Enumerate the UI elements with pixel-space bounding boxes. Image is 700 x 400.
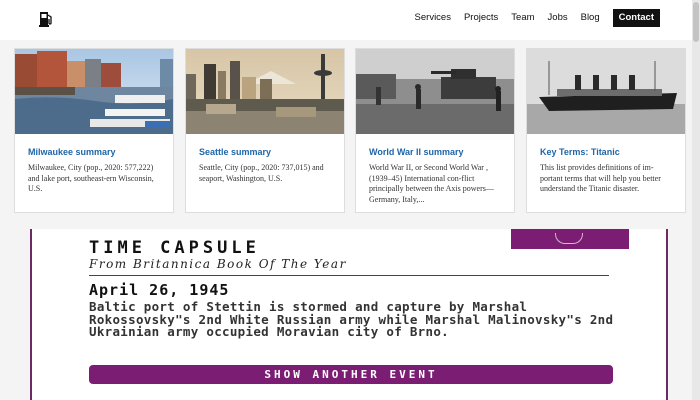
fuel-pump-icon[interactable] — [39, 9, 53, 27]
time-capsule-widget: TIME CAPSULE From Britannica Book Of The… — [30, 229, 668, 400]
nav-team[interactable]: Team — [511, 9, 534, 27]
article-card-milwaukee[interactable]: Milwaukee summary Milwaukee, City (pop.,… — [14, 48, 174, 213]
nav-blog[interactable]: Blog — [581, 9, 600, 27]
capsule-date: April 26, 1945 — [89, 281, 230, 299]
card-description: Milwaukee, City (pop., 2020: 577,222) an… — [28, 163, 154, 193]
card-description: Seattle, City (pop., 2020: 737,015) and … — [199, 163, 324, 183]
capsule-divider — [89, 275, 609, 276]
article-card-world-war-ii[interactable]: World War II summary World War II, or Se… — [355, 48, 515, 213]
page-scrollbar[interactable] — [692, 0, 700, 400]
capsule-event-text: Baltic port of Stettin is stormed and ca… — [89, 299, 614, 339]
main-nav: Services Projects Team Jobs Blog Contact — [402, 9, 660, 27]
nav-services[interactable]: Services — [415, 9, 451, 27]
card-description: World War II, or Second World War , (193… — [369, 163, 494, 204]
contact-button[interactable]: Contact — [612, 9, 660, 27]
titanic-photo[interactable] — [527, 49, 685, 134]
milwaukee-photo[interactable] — [15, 49, 173, 134]
capsule-title: TIME CAPSULE — [89, 238, 260, 258]
seattle-photo[interactable] — [186, 49, 344, 134]
card-title[interactable]: Seattle summary — [199, 147, 271, 157]
top-navigation-bar: Services Projects Team Jobs Blog Contact — [0, 0, 700, 40]
nav-jobs[interactable]: Jobs — [548, 9, 568, 27]
ww2-photo[interactable] — [356, 49, 514, 134]
card-title[interactable]: Key Terms: Titanic — [540, 147, 620, 157]
card-description: This list provides definitions of im-por… — [540, 163, 661, 193]
article-card-seattle[interactable]: Seattle summary Seattle, City (pop., 202… — [185, 48, 345, 213]
scrollbar-thumb[interactable] — [693, 2, 699, 42]
card-title[interactable]: World War II summary — [369, 147, 464, 157]
article-card-titanic[interactable]: Key Terms: Titanic This list provides de… — [526, 48, 686, 213]
capsule-subtitle: From Britannica Book Of The Year — [89, 257, 347, 271]
nav-projects[interactable]: Projects — [464, 9, 498, 27]
show-another-event-button[interactable]: SHOW ANOTHER EVENT — [89, 365, 613, 384]
card-title[interactable]: Milwaukee summary — [28, 147, 116, 157]
